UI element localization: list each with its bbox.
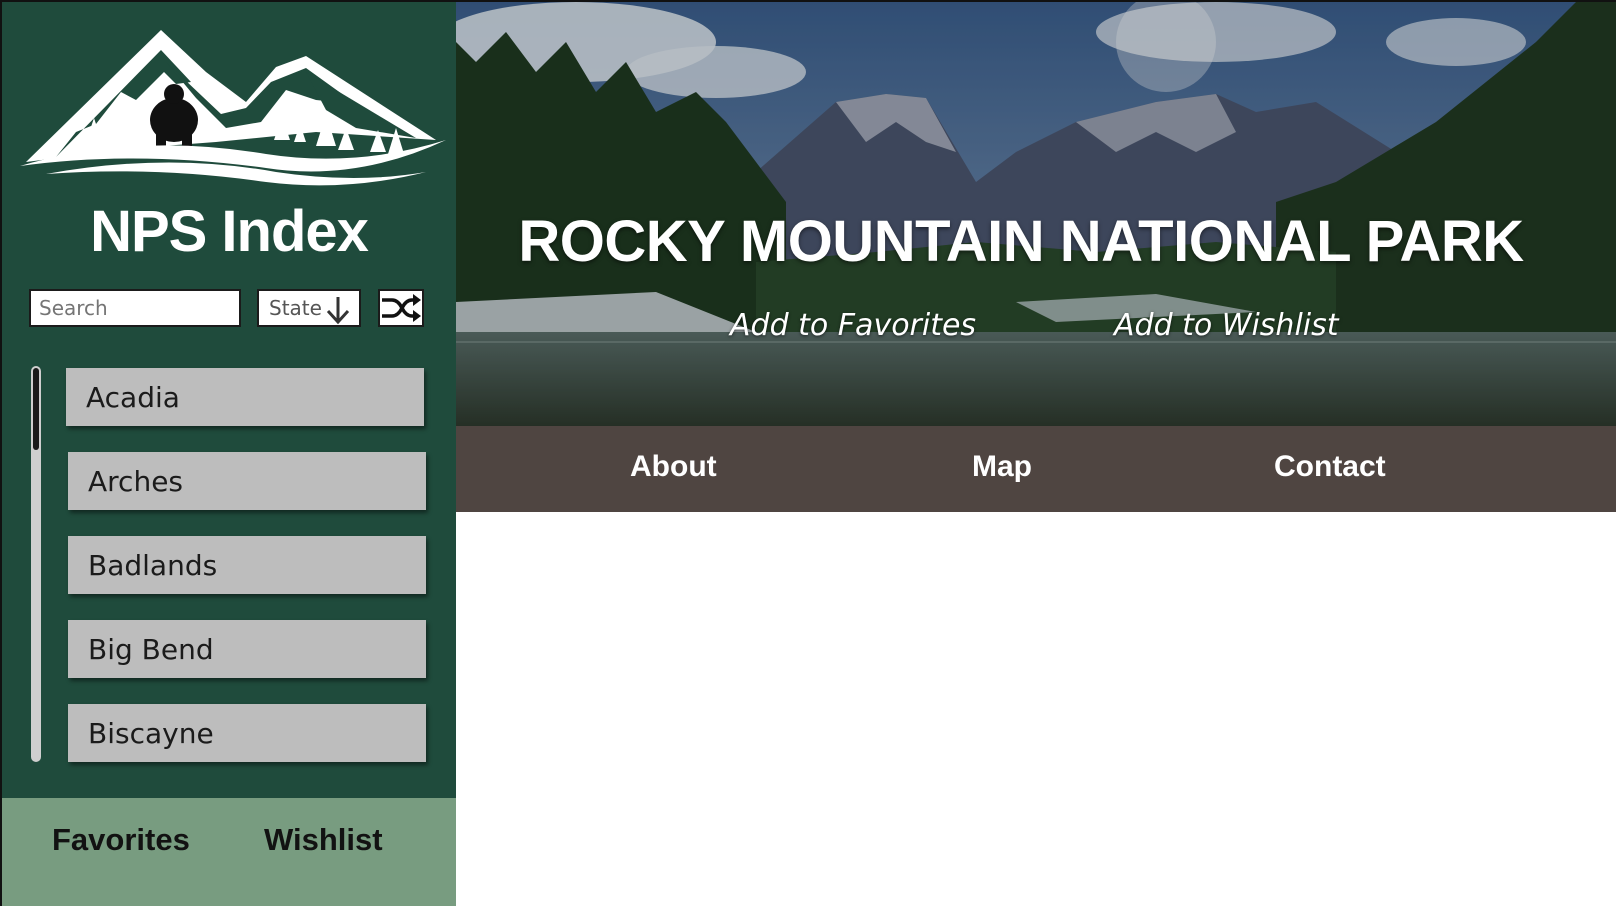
nav-contact[interactable]: Contact xyxy=(1274,450,1386,484)
app-title: NPS Index xyxy=(90,199,369,264)
mountain-bear-logo xyxy=(20,30,446,186)
park-list-item-badlands[interactable]: Badlands xyxy=(68,536,426,594)
park-list-scrollbar[interactable] xyxy=(31,366,41,762)
shuffle-button[interactable] xyxy=(378,289,424,327)
park-list-item-biscayne[interactable]: Biscayne xyxy=(68,704,426,762)
shuffle-icon xyxy=(382,294,421,322)
park-list-item-big-bend[interactable]: Big Bend xyxy=(68,620,426,678)
park-list-item-acadia[interactable]: Acadia xyxy=(66,368,424,426)
park-list-item-arches[interactable]: Arches xyxy=(68,452,426,510)
add-to-wishlist-button[interactable]: Add to Wishlist xyxy=(1114,308,1339,343)
arrow-down-icon xyxy=(326,297,350,325)
search-input[interactable] xyxy=(29,289,241,327)
wishlist-link[interactable]: Wishlist xyxy=(264,822,383,858)
nav-about[interactable]: About xyxy=(630,450,717,484)
main-content-area xyxy=(456,512,1616,906)
state-filter-select[interactable]: State xyxy=(257,289,361,327)
favorites-link[interactable]: Favorites xyxy=(52,822,190,858)
hero-banner: ROCKY MOUNTAIN NATIONAL PARK Add to Favo… xyxy=(456,2,1616,426)
scrollbar-thumb[interactable] xyxy=(33,368,39,450)
park-title: ROCKY MOUNTAIN NATIONAL PARK xyxy=(518,209,1524,274)
add-to-favorites-button[interactable]: Add to Favorites xyxy=(730,308,976,343)
nav-map[interactable]: Map xyxy=(972,450,1032,484)
state-filter-label: State xyxy=(269,296,322,320)
